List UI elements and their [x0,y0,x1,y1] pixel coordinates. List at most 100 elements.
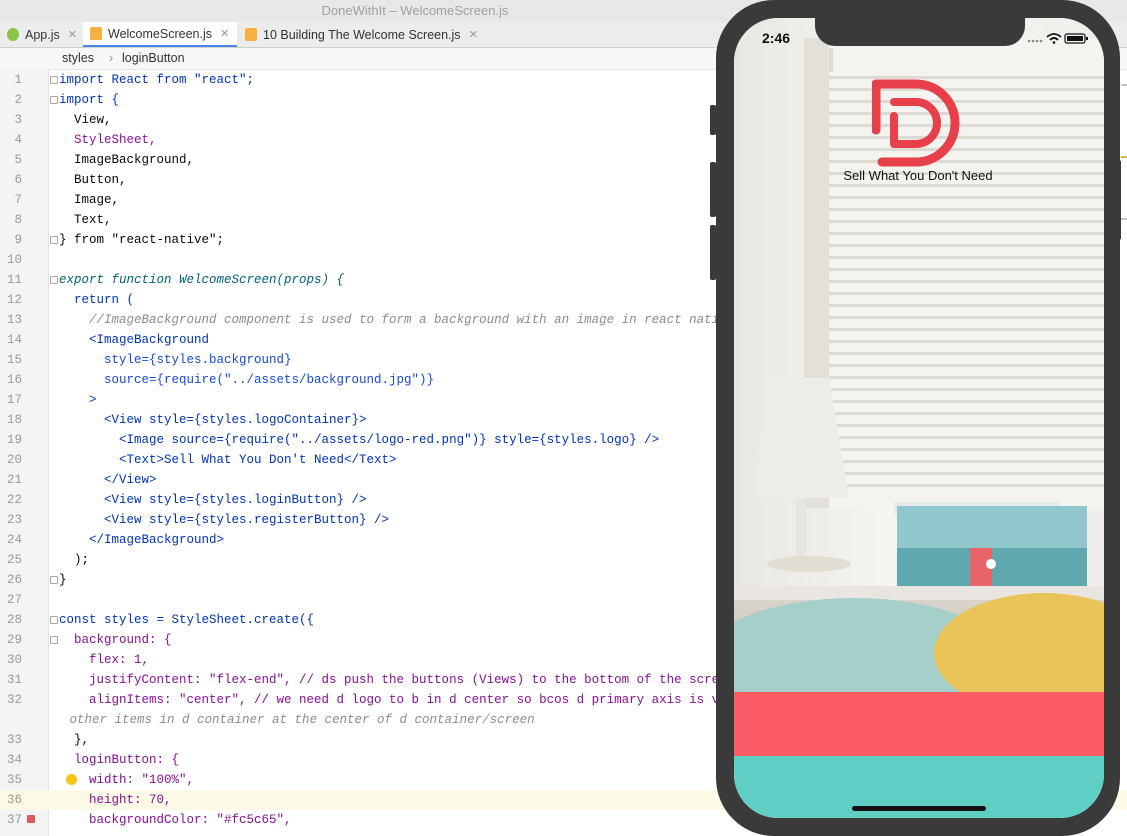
code-text: flex: 1, [59,653,150,667]
code-text: <Image source={require("../assets/logo-r… [59,433,660,447]
line-number: 9 [14,233,22,247]
file-icon [7,28,19,41]
tagline-text: Sell What You Don't Need [843,168,993,183]
line-number: 12 [6,293,22,307]
line-number: 35 [6,773,22,787]
code-text: background: { [59,633,172,647]
code-text: import React from "react"; [59,73,255,87]
line-number: 17 [6,393,22,407]
code-text: View, [59,113,112,127]
line-number: 24 [6,533,22,547]
line-number: 32 [6,693,22,707]
file-icon [245,28,257,41]
tab-welcomescreen-js[interactable]: WelcomeScreen.js ✕ [83,22,237,47]
line-number: 29 [6,633,22,647]
code-text: } [59,573,67,587]
line-number: 11 [6,273,22,287]
code-text: }, [59,733,90,747]
breadcrumb-item[interactable]: loginButton [122,51,185,65]
line-number: 37 [6,813,22,827]
code-text: <View style={styles.registerButton} /> [59,513,390,527]
code-text: } from "react-native"; [59,233,225,247]
line-number: 10 [6,253,22,267]
code-text: other items in d container at the center… [62,713,535,727]
fold-icon[interactable] [50,76,58,84]
code-text: Image, [59,193,120,207]
tab-label: WelcomeScreen.js [108,26,212,41]
status-icons [1027,33,1088,44]
line-number: 27 [6,593,22,607]
code-text: backgroundColor: "#fc5c65", [59,813,292,827]
code-text: height: 70, [59,793,172,807]
line-number: 15 [6,353,22,367]
line-number: 28 [6,613,22,627]
line-number: 5 [14,153,22,167]
code-text: style={styles.background} [59,353,292,367]
line-number: 33 [6,733,22,747]
code-text: > [59,393,97,407]
tab-label: App.js [25,27,60,42]
line-number: 2 [14,93,22,107]
window-title: DoneWithIt – WelcomeScreen.js [321,3,509,18]
code-text: ); [59,553,90,567]
side-button [710,162,716,217]
home-indicator[interactable] [852,806,986,811]
editor-edge-markers [1121,84,1127,220]
code-text: Text, [59,213,112,227]
code-text: StyleSheet, [59,133,157,147]
tab-building-welcome-screen[interactable]: 10 Building The Welcome Screen.js ✕ [238,22,488,47]
tab-app-js[interactable]: App.js ✕ [0,22,82,47]
code-text: <View style={styles.logoContainer}> [59,413,367,427]
line-number: 14 [6,333,22,347]
login-button[interactable] [734,692,1104,756]
code-text: Button, [59,173,127,187]
fold-icon[interactable] [50,236,58,244]
close-icon[interactable]: ✕ [220,27,229,40]
code-text: const styles = StyleSheet.create({ [59,613,315,627]
code-text: alignItems: "center", // we need d logo … [59,693,765,707]
line-number: 8 [14,213,22,227]
line-number: 6 [14,173,22,187]
line-number: 4 [14,133,22,147]
chevron-right-icon: › [109,51,114,65]
line-number: 1 [14,73,22,87]
phone-notch [815,18,1025,46]
line-number: 18 [6,413,22,427]
line-number: 3 [14,113,22,127]
fold-icon[interactable] [50,616,58,624]
breadcrumb-item[interactable]: styles [62,51,94,65]
code-text: justifyContent: "flex-end", // ds push t… [59,673,765,687]
fold-icon[interactable] [50,576,58,584]
status-time: 2:46 [762,30,791,46]
tab-label: 10 Building The Welcome Screen.js [263,27,461,42]
code-text: return ( [59,293,135,307]
code-text: <ImageBackground [59,333,210,347]
line-number: 25 [6,553,22,567]
code-text: loginButton: { [59,753,180,767]
fold-icon[interactable] [50,96,58,104]
line-number: 16 [6,373,22,387]
side-button [710,225,716,280]
fold-icon[interactable] [50,276,58,284]
app-logo-icon [872,79,960,167]
close-icon[interactable]: ✕ [469,28,478,41]
code-text: </ImageBackground> [59,533,225,547]
line-number: 13 [6,313,22,327]
line-number: 30 [6,653,22,667]
line-number: 22 [6,493,22,507]
line-number: 36 [6,793,22,807]
close-icon[interactable]: ✕ [68,28,77,41]
fold-icon[interactable] [50,636,58,644]
code-text: export function WelcomeScreen(props) { [59,273,345,287]
code-text: width: "100%", [59,773,195,787]
code-text: //ImageBackground component is used to f… [59,313,735,327]
code-text: ImageBackground, [59,153,195,167]
line-number: 23 [6,513,22,527]
side-button [710,105,716,135]
color-swatch-icon[interactable] [27,815,35,823]
code-text: <Text>Sell What You Don't Need</Text> [59,453,397,467]
line-number: 26 [6,573,22,587]
code-text: <View style={styles.loginButton} /> [59,493,367,507]
line-number: 19 [6,433,22,447]
line-number: 31 [6,673,22,687]
